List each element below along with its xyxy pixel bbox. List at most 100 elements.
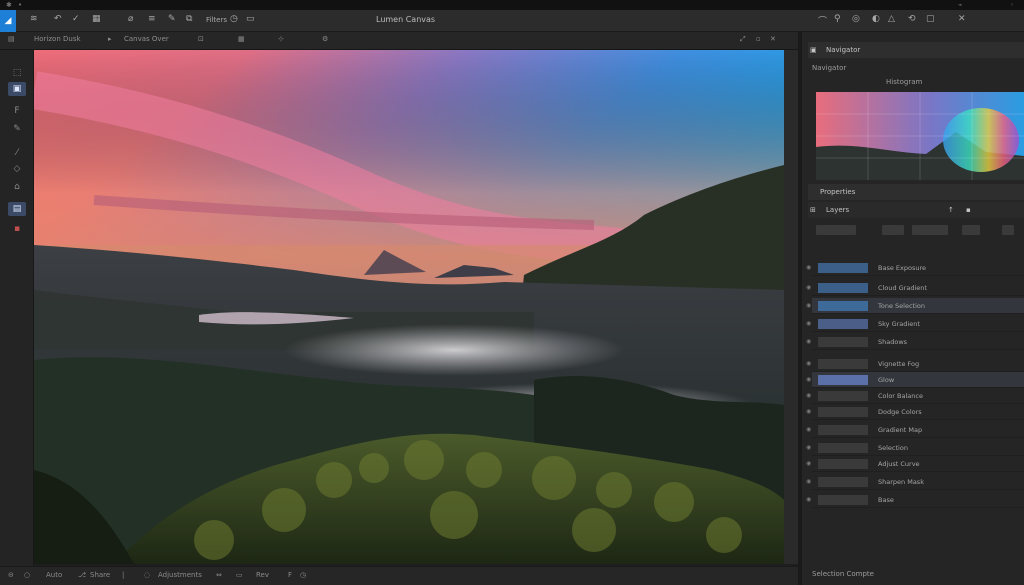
eraser-tool-icon[interactable]: ◇ [8, 162, 26, 176]
share-label[interactable]: Share [90, 571, 110, 579]
zoom-icon[interactable]: ⚲ [834, 14, 841, 24]
text-tool-icon[interactable]: F [8, 104, 26, 118]
adjust-icon[interactable]: ◌ [144, 571, 150, 579]
check-icon[interactable]: ✓ [72, 14, 80, 24]
transform-icon[interactable]: ⟲ [908, 14, 916, 24]
circle-icon[interactable]: ◎ [852, 14, 860, 24]
close-icon[interactable]: ✕ [770, 35, 776, 43]
tab-document[interactable]: Horizon Dusk [34, 35, 81, 43]
image-tool-icon[interactable]: ▣ [8, 82, 26, 96]
doc-info[interactable]: Adjustments [158, 571, 202, 579]
more-icon[interactable] [1002, 225, 1014, 235]
fit-icon[interactable]: ⇔ [216, 571, 222, 579]
grid-icon[interactable]: ▦ [238, 35, 245, 43]
layer-name: Tone Selection [878, 302, 925, 310]
layer-row[interactable]: ◉ Base [806, 492, 1024, 508]
visibility-eye-icon[interactable]: ◉ [806, 426, 811, 433]
rev-label[interactable]: Rev [256, 571, 269, 579]
visibility-eye-icon[interactable]: ◉ [806, 338, 811, 345]
status-bar: ⊖ ○ Auto ⎇ Share | ◌ Adjustments ⇔ ▭ Rev… [0, 566, 798, 585]
layer-row[interactable]: ◉ Glow [806, 372, 1024, 388]
visibility-eye-icon[interactable]: ◉ [806, 496, 811, 503]
fill-field[interactable] [912, 225, 948, 235]
layer-row[interactable]: ◉ Selection [806, 440, 1024, 456]
layer-row[interactable]: ◉ Cloud Gradient [806, 280, 1024, 296]
layers-header[interactable]: ⊞ Layers ↑ ▪ [808, 202, 1024, 218]
settings-icon[interactable]: ⚙ [322, 35, 328, 43]
brush-tool-icon[interactable]: ≋ [30, 14, 38, 24]
visibility-eye-icon[interactable]: ◉ [806, 376, 811, 383]
navigator-header[interactable]: ▣ Navigator [808, 42, 1024, 58]
grid-icon[interactable]: ▦ [92, 14, 101, 24]
layer-row[interactable]: ◉ Color Balance [806, 388, 1024, 404]
blend-mode-select[interactable] [816, 225, 856, 235]
layers-icon[interactable]: ▭ [246, 14, 255, 24]
crop-icon[interactable]: ⊡ [198, 35, 204, 43]
properties-header[interactable]: Properties [808, 184, 1024, 200]
frame-icon[interactable]: ▢ [926, 14, 935, 24]
visibility-eye-icon[interactable]: ◉ [806, 360, 811, 367]
rotate-icon[interactable]: ◐ [872, 14, 880, 24]
lock-icon[interactable]: ▪ [966, 202, 971, 218]
pen-icon[interactable]: ✎ [168, 14, 176, 24]
layer-row[interactable]: ◉ Dodge Colors [806, 404, 1024, 420]
visibility-eye-icon[interactable]: ◉ [806, 478, 811, 485]
layer-row[interactable]: ◉ Vignette Fog [806, 356, 1024, 372]
share-icon[interactable]: ⎇ [78, 571, 86, 579]
brush-tool-icon[interactable]: ⁄ [8, 146, 26, 160]
fx-icon[interactable]: F [288, 571, 292, 579]
zoom-icon[interactable]: ○ [24, 571, 30, 579]
layer-name: Cloud Gradient [878, 284, 927, 292]
visibility-eye-icon[interactable]: ◉ [806, 264, 811, 271]
visibility-eye-icon[interactable]: ◉ [806, 284, 811, 291]
canvas-scrollbar[interactable] [784, 50, 798, 564]
menubar: ◢ ≋ ↶ ✓ ▦ ⌀ ≡ ✎ ⧉ Filters ◷ ▭ Lumen Canv… [0, 10, 1024, 32]
close-icon[interactable]: ✕ [958, 14, 966, 24]
layer-row[interactable]: ◉ Sharpen Mask [806, 474, 1024, 490]
layer-name: Shadows [878, 338, 908, 346]
menu-icon[interactable]: ▤ [8, 35, 15, 43]
undo-icon[interactable]: ↶ [54, 14, 62, 24]
layer-row[interactable]: ◉ Gradient Map [806, 422, 1024, 438]
layer-row[interactable]: ◉ Base Exposure [806, 260, 1024, 276]
app-logo-icon[interactable]: ◢ [0, 10, 16, 32]
visibility-eye-icon[interactable]: ◉ [806, 302, 811, 309]
navigator-preview[interactable] [816, 92, 1024, 180]
dodge-tool-icon[interactable]: ⌂ [8, 180, 26, 194]
color-swatch-icon[interactable]: ▪ [8, 222, 26, 236]
layer-row[interactable]: ◉ Tone Selection [806, 298, 1024, 314]
move-tool-icon[interactable]: ⬚ [8, 66, 26, 80]
menu-icon[interactable]: ≡ [148, 14, 156, 24]
layers-icon[interactable]: ▭ [236, 571, 243, 579]
lock-toggle[interactable] [962, 225, 980, 235]
tab-view[interactable]: Canvas Over [124, 35, 169, 43]
pen-tool-icon[interactable]: ✎ [8, 122, 26, 136]
layer-tool-icon[interactable]: ▤ [8, 202, 26, 216]
triangle-icon[interactable]: △ [888, 14, 895, 24]
minimize-icon[interactable]: ▫ [756, 35, 761, 43]
menu-item[interactable]: Filters [206, 16, 227, 24]
layer-row[interactable]: ◉ Shadows [806, 334, 1024, 350]
properties-label: Properties [820, 188, 856, 196]
dot-icon[interactable]: ⊹ [278, 35, 284, 43]
history-icon[interactable]: ◷ [300, 571, 306, 579]
clone-icon[interactable]: ⧉ [186, 14, 192, 24]
rotate-icon[interactable]: ⌒ [818, 14, 827, 27]
add-layer-icon[interactable]: ↑ [948, 202, 954, 218]
layer-name: Base Exposure [878, 264, 926, 272]
layer-row[interactable]: ◉ Sky Gradient [806, 316, 1024, 332]
opacity-field[interactable] [882, 225, 904, 235]
visibility-eye-icon[interactable]: ◉ [806, 392, 811, 399]
lasso-icon[interactable]: ⌀ [128, 14, 133, 24]
history-icon[interactable]: ◷ [230, 14, 238, 24]
image-canvas[interactable] [34, 50, 784, 564]
visibility-eye-icon[interactable]: ◉ [806, 320, 811, 327]
visibility-eye-icon[interactable]: ◉ [806, 460, 811, 467]
visibility-eye-icon[interactable]: ◉ [806, 444, 811, 451]
zoom-readout[interactable]: Auto [46, 571, 62, 579]
expand-icon[interactable]: ⤢ [740, 35, 746, 44]
arrow-icon[interactable]: ▸ [108, 35, 112, 43]
zoom-icon[interactable]: ⊖ [8, 571, 14, 579]
visibility-eye-icon[interactable]: ◉ [806, 408, 811, 415]
layer-row[interactable]: ◉ Adjust Curve [806, 456, 1024, 472]
